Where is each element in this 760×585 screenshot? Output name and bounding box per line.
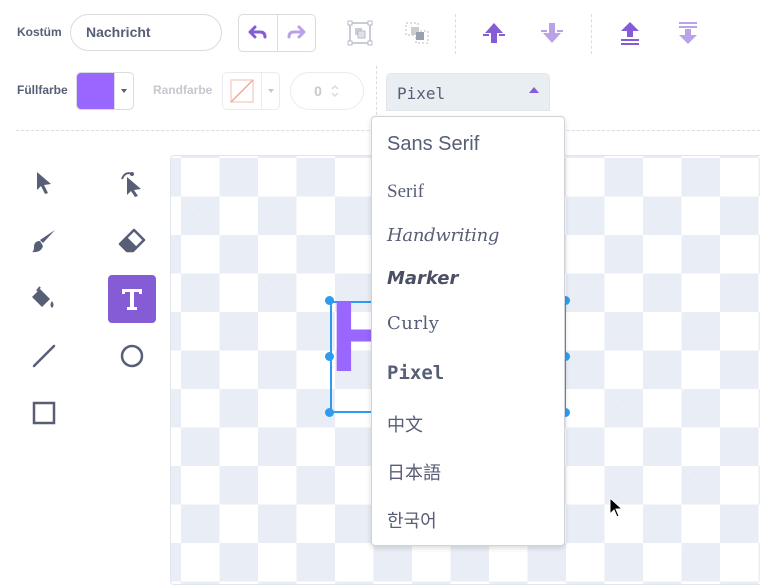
outline-width-input[interactable]: 0 bbox=[290, 72, 364, 110]
group-button[interactable] bbox=[343, 16, 377, 50]
no-color-icon bbox=[230, 79, 254, 103]
eraser-tool[interactable] bbox=[110, 219, 154, 263]
undo-icon bbox=[248, 25, 267, 39]
back-button[interactable] bbox=[671, 16, 705, 50]
brush-icon bbox=[32, 230, 55, 253]
selection-handle[interactable] bbox=[325, 352, 334, 361]
toolbar-divider bbox=[591, 14, 592, 54]
rectangle-icon bbox=[32, 401, 56, 425]
reshape-tool[interactable] bbox=[110, 161, 154, 205]
forward-button[interactable] bbox=[477, 16, 511, 50]
rectangle-tool[interactable] bbox=[22, 391, 66, 435]
paint-bucket-icon bbox=[32, 286, 54, 308]
outline-color-swatch[interactable] bbox=[223, 73, 261, 109]
text-t-icon bbox=[122, 289, 142, 310]
caret-down-icon bbox=[267, 89, 274, 93]
toolbar-divider bbox=[455, 14, 456, 54]
stepper-icon[interactable] bbox=[330, 83, 340, 99]
outline-label: Randfarbe bbox=[153, 83, 213, 97]
fill-color-swatch[interactable] bbox=[77, 73, 115, 109]
font-option-curly[interactable]: Curly bbox=[387, 313, 439, 334]
font-option-korean[interactable]: 한국어 bbox=[387, 507, 437, 533]
font-option-japanese[interactable]: 日本語 bbox=[387, 459, 441, 485]
circle-tool[interactable] bbox=[110, 334, 154, 378]
send-to-back-icon bbox=[679, 22, 697, 44]
selection-handle[interactable] bbox=[325, 296, 334, 305]
fill-tool[interactable] bbox=[22, 276, 66, 320]
select-tool[interactable] bbox=[22, 161, 66, 205]
brush-tool[interactable] bbox=[22, 219, 66, 263]
line-tool[interactable] bbox=[22, 334, 66, 378]
font-option-chinese[interactable]: 中文 bbox=[387, 411, 423, 437]
fill-dropdown-arrow[interactable] bbox=[114, 73, 133, 109]
circle-icon bbox=[120, 344, 144, 368]
front-button[interactable] bbox=[613, 16, 647, 50]
costume-label: Kostüm bbox=[17, 25, 62, 39]
outline-dropdown-arrow[interactable] bbox=[261, 73, 279, 109]
reshape-icon bbox=[121, 172, 141, 197]
redo-icon bbox=[287, 25, 306, 39]
outline-color-picker[interactable] bbox=[222, 72, 280, 110]
undo-button[interactable] bbox=[239, 15, 278, 51]
eraser-icon bbox=[118, 228, 146, 253]
move-forward-icon bbox=[483, 23, 505, 43]
line-icon bbox=[32, 344, 56, 368]
bring-to-front-icon bbox=[621, 22, 639, 45]
text-tool[interactable] bbox=[108, 275, 156, 323]
backward-button[interactable] bbox=[535, 16, 569, 50]
redo-button[interactable] bbox=[278, 15, 316, 51]
move-backward-icon bbox=[541, 23, 563, 43]
font-option-handwriting[interactable]: Handwriting bbox=[387, 225, 499, 246]
ungroup-icon bbox=[405, 22, 429, 44]
font-select[interactable]: Pixel bbox=[386, 73, 550, 111]
font-option-serif[interactable]: Serif bbox=[387, 181, 424, 203]
font-dropdown-menu: Sans Serif Serif Handwriting Marker Curl… bbox=[371, 116, 565, 546]
fill-color-picker[interactable] bbox=[76, 72, 134, 110]
font-option-sans-serif[interactable]: Sans Serif bbox=[387, 133, 479, 156]
undo-redo-group bbox=[238, 14, 316, 52]
caret-down-icon bbox=[121, 89, 128, 93]
mouse-cursor-icon bbox=[609, 497, 624, 518]
costume-name-input[interactable]: Nachricht bbox=[70, 14, 222, 51]
outline-width-value: 0 bbox=[314, 83, 322, 99]
font-select-value: Pixel bbox=[397, 84, 446, 103]
fill-label: Füllfarbe bbox=[17, 83, 68, 97]
font-option-pixel[interactable]: Pixel bbox=[387, 362, 444, 384]
caret-up-icon bbox=[529, 87, 539, 93]
toolbar-divider bbox=[376, 66, 377, 120]
ungroup-button[interactable] bbox=[401, 16, 435, 50]
selection-handle[interactable] bbox=[325, 408, 334, 417]
arrow-cursor-icon bbox=[37, 172, 51, 194]
group-icon bbox=[347, 20, 373, 46]
font-option-marker[interactable]: Marker bbox=[387, 268, 458, 289]
